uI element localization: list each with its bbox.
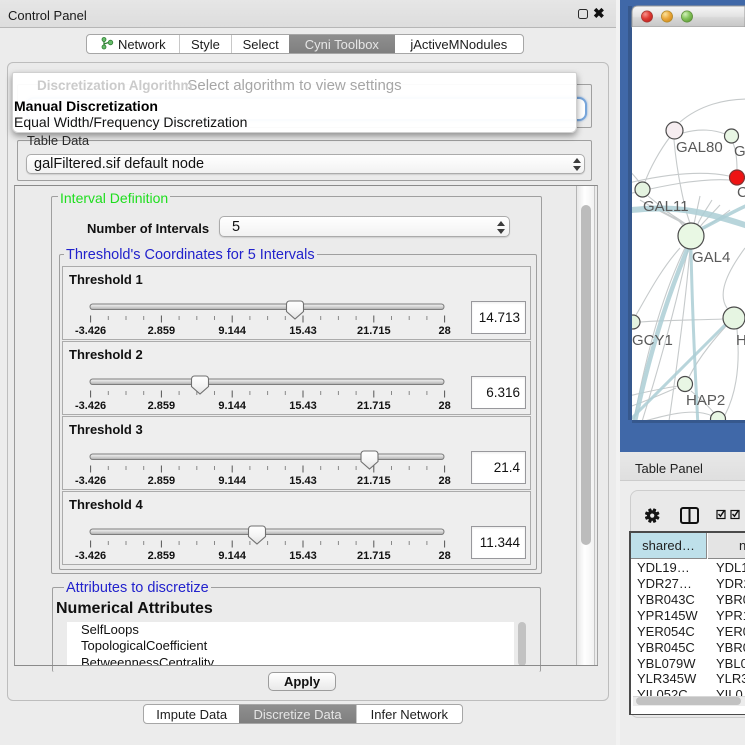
svg-text:-3.426: -3.426 xyxy=(75,550,106,562)
svg-text:2.859: 2.859 xyxy=(148,550,176,562)
svg-text:GAL4: GAL4 xyxy=(692,249,730,266)
svg-text:HA: HA xyxy=(736,332,745,349)
svg-text:2.859: 2.859 xyxy=(148,400,176,412)
svg-text:HAP2: HAP2 xyxy=(686,392,725,409)
svg-text:-3.426: -3.426 xyxy=(75,325,106,337)
svg-text:15.43: 15.43 xyxy=(289,400,317,412)
svg-text:9.144: 9.144 xyxy=(218,400,246,412)
svg-text:21.715: 21.715 xyxy=(357,550,391,562)
svg-text:28: 28 xyxy=(438,325,450,337)
svg-text:2.859: 2.859 xyxy=(148,475,176,487)
svg-text:21.715: 21.715 xyxy=(357,475,391,487)
svg-text:9.144: 9.144 xyxy=(218,550,246,562)
svg-text:GAL80: GAL80 xyxy=(676,139,723,156)
svg-text:2.859: 2.859 xyxy=(148,325,176,337)
svg-text:21.715: 21.715 xyxy=(357,400,391,412)
svg-text:21.715: 21.715 xyxy=(357,325,391,337)
svg-text:28: 28 xyxy=(438,550,450,562)
svg-text:-3.426: -3.426 xyxy=(75,400,106,412)
svg-text:9.144: 9.144 xyxy=(218,475,246,487)
svg-text:GAL11: GAL11 xyxy=(643,198,689,215)
svg-text:-3.426: -3.426 xyxy=(75,475,106,487)
svg-text:15.43: 15.43 xyxy=(289,550,317,562)
svg-text:28: 28 xyxy=(438,475,450,487)
svg-text:15.43: 15.43 xyxy=(289,325,317,337)
svg-text:28: 28 xyxy=(438,400,450,412)
svg-text:GA: GA xyxy=(734,143,745,160)
svg-text:GCY1: GCY1 xyxy=(632,332,673,349)
svg-text:15.43: 15.43 xyxy=(289,475,317,487)
svg-text:9.144: 9.144 xyxy=(218,325,246,337)
svg-text:CY: CY xyxy=(737,184,745,201)
